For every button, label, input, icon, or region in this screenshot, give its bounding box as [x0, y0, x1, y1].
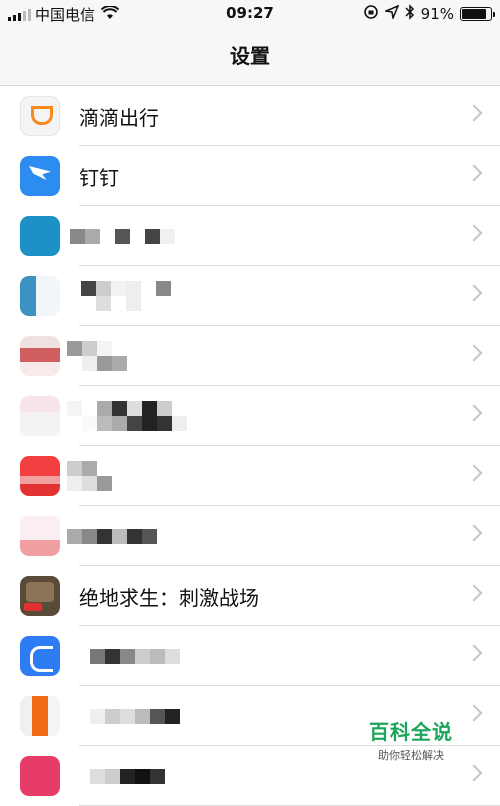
settings-row-blurred[interactable]	[0, 626, 500, 686]
watermark: 百科全说 助你轻松解决	[363, 716, 459, 763]
pubg-icon	[20, 576, 60, 616]
blurred-app-icon	[20, 696, 60, 736]
settings-row-blurred[interactable]	[0, 326, 500, 386]
settings-row-blurred[interactable]	[0, 446, 500, 506]
battery-percent: 91%	[420, 5, 454, 23]
dingtalk-icon	[20, 156, 60, 196]
row-label: 绝地求生：刺激战场	[79, 585, 259, 610]
settings-row-blurred[interactable]	[0, 386, 500, 446]
chevron-right-icon	[465, 524, 483, 542]
chevron-right-icon	[465, 164, 483, 182]
blurred-app-icon	[20, 636, 60, 676]
chevron-right-icon	[465, 704, 483, 722]
blurred-app-icon	[20, 276, 60, 316]
rotation-lock-icon	[363, 4, 379, 24]
chevron-right-icon	[465, 644, 483, 662]
didi-icon	[20, 96, 60, 136]
blurred-app-icon	[20, 516, 60, 556]
blurred-app-icon	[20, 756, 60, 796]
chevron-right-icon	[465, 584, 483, 602]
settings-row-pubg[interactable]: 绝地求生：刺激战场	[0, 566, 500, 626]
settings-list[interactable]: 滴滴出行 钉钉 绝地求生：刺激战场	[0, 86, 500, 806]
location-arrow-icon	[382, 4, 400, 23]
settings-row-blurred[interactable]	[0, 206, 500, 266]
settings-row-blurred[interactable]	[0, 266, 500, 326]
status-bar: 中国电信 09:27 91%	[0, 0, 500, 28]
battery-fill	[462, 9, 486, 19]
chevron-right-icon	[465, 404, 483, 422]
bluetooth-icon	[405, 4, 415, 24]
blurred-app-name	[67, 401, 187, 431]
blurred-app-name	[67, 341, 127, 371]
chevron-right-icon	[465, 344, 483, 362]
row-label: 钉钉	[79, 165, 119, 190]
settings-row-dingtalk[interactable]: 钉钉	[0, 146, 500, 206]
settings-row-blurred[interactable]	[0, 506, 500, 566]
watermark-subtitle: 助你轻松解决	[378, 749, 444, 762]
blurred-app-icon	[20, 396, 60, 436]
battery-icon	[460, 7, 495, 21]
watermark-brand: 百科全说	[369, 720, 453, 744]
blurred-app-name	[70, 228, 175, 244]
blurred-app-name	[90, 708, 180, 724]
settings-row-didi[interactable]: 滴滴出行	[0, 86, 500, 146]
chevron-right-icon	[465, 224, 483, 242]
blurred-app-icon	[20, 456, 60, 496]
blurred-app-name	[90, 768, 165, 784]
status-right: 91%	[363, 4, 495, 24]
blurred-app-name	[67, 461, 112, 491]
navigation-bar: 设置	[0, 28, 500, 86]
blurred-app-name	[81, 281, 171, 311]
chevron-right-icon	[465, 284, 483, 302]
row-label: 滴滴出行	[79, 105, 159, 130]
chevron-right-icon	[465, 104, 483, 122]
chevron-right-icon	[465, 464, 483, 482]
page-title: 设置	[230, 44, 270, 68]
blurred-app-name	[90, 648, 180, 664]
blurred-app-icon	[20, 216, 60, 256]
blurred-app-icon	[20, 336, 60, 376]
chevron-right-icon	[465, 764, 483, 782]
blurred-app-name	[67, 528, 157, 544]
